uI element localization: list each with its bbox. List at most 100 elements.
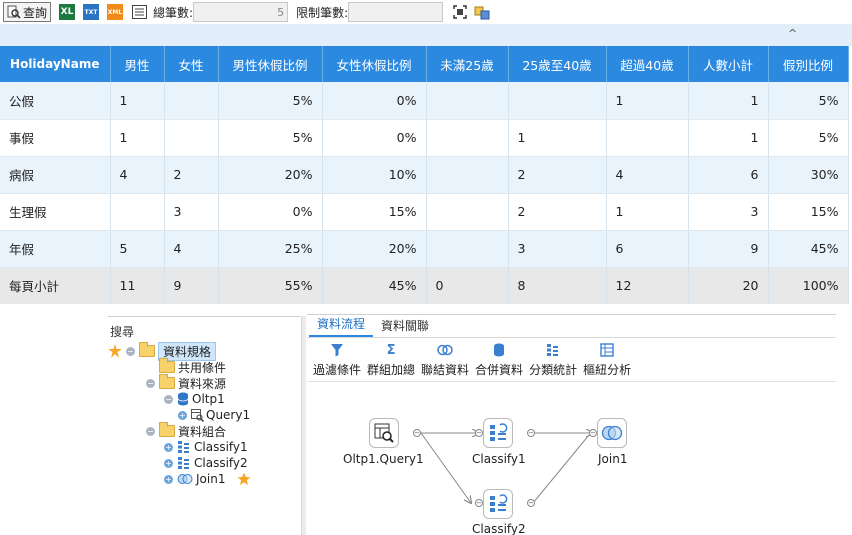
flow-node-join1-label: Join1	[598, 452, 628, 466]
flow-node-classify2[interactable]	[483, 489, 513, 519]
flow-node-query-label: Oltp1.Query1	[343, 452, 424, 466]
tab-data-relation[interactable]: 資料關聯	[373, 317, 437, 337]
tree-search-label[interactable]: 搜尋	[108, 317, 300, 340]
tool-merge[interactable]: 合併資料	[475, 338, 523, 381]
tab-data-flow[interactable]: 資料流程	[309, 315, 374, 337]
cell: 4	[606, 156, 689, 194]
cell: 9	[164, 267, 219, 305]
grid-header-bar: ^	[0, 24, 852, 46]
cell: 25%	[218, 230, 323, 268]
join-icon	[177, 474, 193, 484]
cell	[508, 82, 607, 120]
tree-item-root[interactable]: − 資料規格	[108, 341, 217, 361]
cell: 5%	[218, 119, 323, 157]
classify-icon	[490, 423, 508, 441]
expand-icon[interactable]: +	[164, 442, 173, 452]
col-header[interactable]: 女性	[164, 46, 219, 82]
cell: 病假	[0, 156, 111, 194]
table-row[interactable]: 公假 1 5% 0% 1 1 5%	[0, 82, 849, 120]
tree-item-query[interactable]: + Query1	[178, 407, 250, 423]
cell	[110, 193, 165, 231]
cell: 9	[688, 230, 769, 268]
limit-count-field[interactable]	[348, 2, 444, 22]
tree-item-common[interactable]: 共用條件	[159, 358, 226, 375]
table-row[interactable]: 生理假 3 0% 15% 2 1 3 15%	[0, 193, 849, 231]
total-count-field[interactable]	[193, 2, 289, 22]
expand-icon[interactable]: +	[178, 410, 187, 420]
cell: 公假	[0, 82, 111, 120]
export-excel-icon[interactable]: XL	[59, 4, 76, 20]
tool-label: 聯結資料	[421, 363, 470, 377]
tree-item-combine[interactable]: − 資料組合	[146, 422, 227, 439]
tree-item-join1[interactable]: + Join1	[164, 471, 251, 487]
cell: 100%	[768, 267, 849, 305]
folder-icon	[159, 358, 175, 373]
table-row[interactable]: 年假 5 4 25% 20% 3 6 9 45%	[0, 230, 849, 268]
list-view-icon[interactable]	[131, 4, 147, 20]
port-out[interactable]: −	[527, 499, 535, 507]
flow-node-query[interactable]	[369, 418, 399, 448]
col-header[interactable]: 女性休假比例	[322, 46, 427, 82]
collapse-caret-icon[interactable]: ^	[788, 27, 797, 40]
flow-node-classify1-label: Classify1	[472, 452, 526, 466]
col-header[interactable]: 男性	[110, 46, 165, 82]
tool-group-sum[interactable]: Σ 群組加總	[367, 338, 415, 381]
flow-canvas[interactable]: − Oltp1.Query1 − − Classify1 − Join1 − −…	[307, 383, 836, 535]
cell: 1	[688, 119, 769, 157]
port-out[interactable]: −	[527, 429, 535, 437]
flow-node-join1[interactable]	[597, 418, 627, 448]
cell: 20%	[322, 230, 427, 268]
col-header[interactable]: 超過40歲	[606, 46, 689, 82]
database-icon	[177, 392, 189, 406]
filter-icon	[329, 342, 345, 358]
tool-pivot[interactable]: 樞紐分析	[583, 338, 631, 381]
cell: 2	[164, 156, 219, 194]
col-header[interactable]: 假別比例	[768, 46, 849, 82]
search-doc-icon	[7, 5, 21, 19]
col-header[interactable]: 人數小計	[688, 46, 769, 82]
flow-tabs: 資料流程 資料關聯	[307, 315, 836, 337]
tool-classify[interactable]: 分類統計	[529, 338, 577, 381]
tree-item-classify2[interactable]: + Classify2	[164, 455, 248, 471]
collapse-icon[interactable]: −	[146, 378, 155, 388]
tree-item-label: 資料來源	[178, 376, 227, 391]
join-icon	[601, 425, 623, 441]
panel-splitter[interactable]	[301, 316, 306, 535]
tool-join[interactable]: 聯結資料	[421, 338, 469, 381]
export-txt-icon[interactable]: TXT	[83, 4, 100, 20]
flow-node-classify1[interactable]	[483, 418, 513, 448]
tree-item-oltp[interactable]: − Oltp1	[164, 391, 225, 407]
collapse-icon[interactable]: −	[146, 426, 155, 436]
collapse-icon[interactable]: −	[164, 394, 173, 404]
classify-icon	[490, 494, 508, 512]
col-header[interactable]: HolidayName	[0, 46, 111, 82]
edge-query-classify2	[420, 432, 471, 503]
tree-item-label: 資料組合	[178, 424, 227, 439]
table-row[interactable]: 病假 4 2 20% 10% 2 4 6 30%	[0, 156, 849, 194]
col-header[interactable]: 未滿25歲	[426, 46, 509, 82]
cell: 1	[110, 82, 165, 120]
fullscreen-icon[interactable]	[452, 4, 468, 20]
expand-icon[interactable]: +	[164, 458, 173, 468]
col-header[interactable]: 25歲至40歲	[508, 46, 607, 82]
classify-icon	[178, 441, 189, 453]
tree-item-source[interactable]: − 資料來源	[146, 374, 227, 391]
collapse-icon[interactable]: −	[126, 346, 135, 356]
tree-item-classify1[interactable]: + Classify1	[164, 439, 248, 455]
query-button[interactable]: 查詢	[3, 2, 52, 22]
col-header[interactable]: 男性休假比例	[218, 46, 323, 82]
export-xml-icon[interactable]: XML	[107, 4, 124, 20]
cell	[606, 119, 689, 157]
port-in[interactable]: −	[475, 429, 483, 437]
tool-filter[interactable]: 過濾條件	[313, 338, 361, 381]
settings-cube-icon[interactable]	[474, 4, 490, 20]
port-out[interactable]: −	[413, 429, 421, 437]
cell: 45%	[768, 230, 849, 268]
cell: 事假	[0, 119, 111, 157]
classify-icon	[178, 457, 189, 469]
folder-icon	[159, 374, 175, 389]
expand-icon[interactable]: +	[164, 474, 173, 484]
port-in[interactable]: −	[475, 499, 483, 507]
port-in[interactable]: −	[589, 429, 597, 437]
table-row[interactable]: 事假 1 5% 0% 1 1 5%	[0, 119, 849, 157]
